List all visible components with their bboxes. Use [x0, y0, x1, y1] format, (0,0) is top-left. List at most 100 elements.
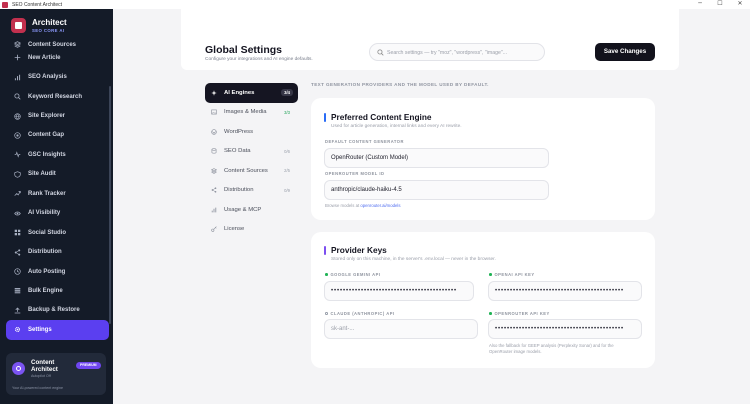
openrouter-key-field[interactable]: ••••••••••••••••••••••••••••••••••••••••…	[488, 319, 642, 339]
sidebar-item-label: Bulk Engine	[28, 287, 63, 294]
database-icon	[211, 148, 217, 154]
openai-label-text: OPENAI API KEY	[494, 272, 535, 277]
browse-hint-text: Browse models at	[325, 203, 361, 208]
tab-images-media[interactable]: Images & Media 3/3	[205, 103, 298, 123]
activity-icon	[14, 151, 21, 159]
trend-icon	[14, 191, 21, 197]
wordpress-icon	[211, 129, 217, 135]
tab-seo-data[interactable]: SEO Data 0/6	[205, 142, 298, 162]
openrouter-label: OPENROUTER API KEY	[489, 311, 550, 316]
tab-label: License	[224, 226, 245, 233]
search-input[interactable]	[387, 47, 537, 58]
model-id-field[interactable]: anthropic/claude-haiku-4.5	[324, 180, 549, 200]
gemini-label-text: GOOGLE GEMINI API	[330, 272, 381, 277]
tab-usage-mcp[interactable]: Usage & MCP	[205, 200, 298, 220]
maximize-button[interactable]: ☐	[710, 0, 730, 9]
sidebar-item-content-sources[interactable]: Content Sources	[6, 39, 109, 48]
tab-content-sources[interactable]: Content Sources 2/5	[205, 161, 298, 181]
status-dot	[325, 273, 328, 276]
user-card[interactable]: Content Architect PREMIUM Autopilot Off …	[6, 353, 106, 395]
shield-icon	[14, 171, 21, 178]
title-accent	[324, 112, 326, 122]
globe-icon	[14, 112, 21, 120]
sidebar-item-keyword-research[interactable]: Keyword Research	[6, 87, 109, 106]
gemini-key-field[interactable]: ••••••••••••••••••••••••••••••••••••••••…	[324, 281, 474, 301]
sidebar-item-new-article[interactable]: New Article	[6, 48, 109, 67]
premium-badge: PREMIUM	[76, 362, 101, 369]
sidebar: Architect SEO CORE AI Content Sources Ne…	[0, 9, 113, 404]
sidebar-item-label: Site Audit	[28, 171, 56, 178]
claude-key-field[interactable]: sk-ant-...	[324, 319, 478, 339]
sidebar-scrollbar[interactable]	[109, 86, 111, 324]
sidebar-item-seo-analysis[interactable]: SEO Analysis	[6, 67, 109, 86]
tab-label: Images & Media	[224, 109, 267, 116]
tab-count: 2/5	[284, 168, 290, 174]
card-subtitle: Stored only on this machine, in the serv…	[331, 257, 496, 262]
save-button[interactable]: Save Changes	[595, 43, 655, 61]
card-title: Provider Keys	[324, 245, 387, 255]
title-accent	[324, 245, 326, 255]
gemini-label: GOOGLE GEMINI API	[325, 272, 380, 277]
sidebar-item-label: GSC Insights	[28, 151, 66, 158]
openrouter-label-text: OPENROUTER API KEY	[494, 311, 550, 316]
grid-icon	[14, 229, 21, 236]
openrouter-note-2: OpenRouter image models.	[489, 349, 542, 354]
sidebar-item-label: Site Explorer	[28, 113, 66, 120]
sidebar-item-rank-tracker[interactable]: Rank Tracker	[6, 184, 109, 203]
openai-label: OPENAI API KEY	[489, 272, 535, 277]
brand[interactable]: Architect SEO CORE AI	[11, 18, 67, 33]
tab-distribution[interactable]: Distribution 0/9	[205, 181, 298, 201]
sidebar-item-label: SEO Analysis	[28, 74, 67, 81]
settings-search	[369, 43, 545, 61]
claude-label: CLAUDE (ANTHROPIC) API	[325, 311, 395, 316]
openrouter-models-link[interactable]: openrouter.ai/models	[360, 203, 400, 208]
sidebar-item-social-studio[interactable]: Social Studio	[6, 223, 109, 242]
user-description: Your AI-powered content engine	[12, 386, 64, 390]
close-button[interactable]: ✕	[730, 0, 750, 9]
sidebar-item-site-audit[interactable]: Site Audit	[6, 165, 109, 184]
sidebar-item-auto-posting[interactable]: Auto Posting	[6, 262, 109, 281]
brand-tagline: SEO CORE AI	[32, 28, 65, 33]
sidebar-item-content-gap[interactable]: Content Gap	[6, 126, 109, 145]
tab-label: Content Sources	[224, 167, 268, 174]
engine-select[interactable]: OpenRouter (Custom Model)	[324, 148, 549, 168]
tab-label: WordPress	[224, 128, 254, 135]
tab-wordpress[interactable]: WordPress	[205, 122, 298, 142]
autopilot-status: Autopilot Off	[31, 374, 51, 378]
sidebar-item-label: Content Gap	[28, 132, 64, 139]
sidebar-item-label: Auto Posting	[28, 268, 66, 275]
sidebar-item-label: Content Sources	[28, 42, 77, 48]
search-icon	[14, 93, 21, 100]
app-logo-icon	[2, 1, 8, 8]
sidebar-item-settings[interactable]: Settings	[6, 320, 109, 340]
minimize-button[interactable]: ─	[690, 0, 710, 9]
sidebar-item-site-explorer[interactable]: Site Explorer	[6, 106, 109, 125]
stack-icon	[14, 288, 21, 294]
share-icon	[14, 249, 21, 256]
sidebar-item-bulk-engine[interactable]: Bulk Engine	[6, 281, 109, 300]
sidebar-item-gsc-insights[interactable]: GSC Insights	[6, 145, 109, 164]
clock-icon	[14, 268, 21, 275]
preferred-engine-card: Preferred Content Engine Used for articl…	[311, 98, 655, 220]
openai-key-field[interactable]: ••••••••••••••••••••••••••••••••••••••••…	[488, 281, 642, 301]
user-name: Content Architect	[31, 359, 58, 373]
sidebar-item-label: Social Studio	[28, 229, 67, 236]
browse-hint: Browse models at openrouter.ai/models	[325, 203, 401, 208]
tab-license[interactable]: License	[205, 220, 298, 240]
model-label: OPENROUTER MODEL ID	[325, 171, 385, 176]
brand-name: Architect	[32, 18, 67, 27]
sidebar-item-label: Settings	[28, 326, 52, 333]
tab-ai-engines[interactable]: AI Engines 3/4	[205, 83, 298, 103]
status-dot	[489, 273, 492, 276]
sidebar-item-backup-restore[interactable]: Backup & Restore	[6, 301, 109, 320]
chart-icon	[14, 74, 21, 80]
page-subtitle: Configure your integrations and AI engin…	[205, 57, 313, 62]
tab-count: 0/9	[284, 187, 290, 193]
sidebar-item-label: Backup & Restore	[28, 307, 80, 314]
tab-label: Usage & MCP	[224, 206, 262, 213]
layers-icon	[14, 41, 21, 48]
sidebar-item-distribution[interactable]: Distribution	[6, 242, 109, 261]
sidebar-item-ai-visibility[interactable]: AI Visibility	[6, 204, 109, 223]
key-icon	[211, 226, 217, 232]
card-title-text: Provider Keys	[331, 245, 387, 255]
